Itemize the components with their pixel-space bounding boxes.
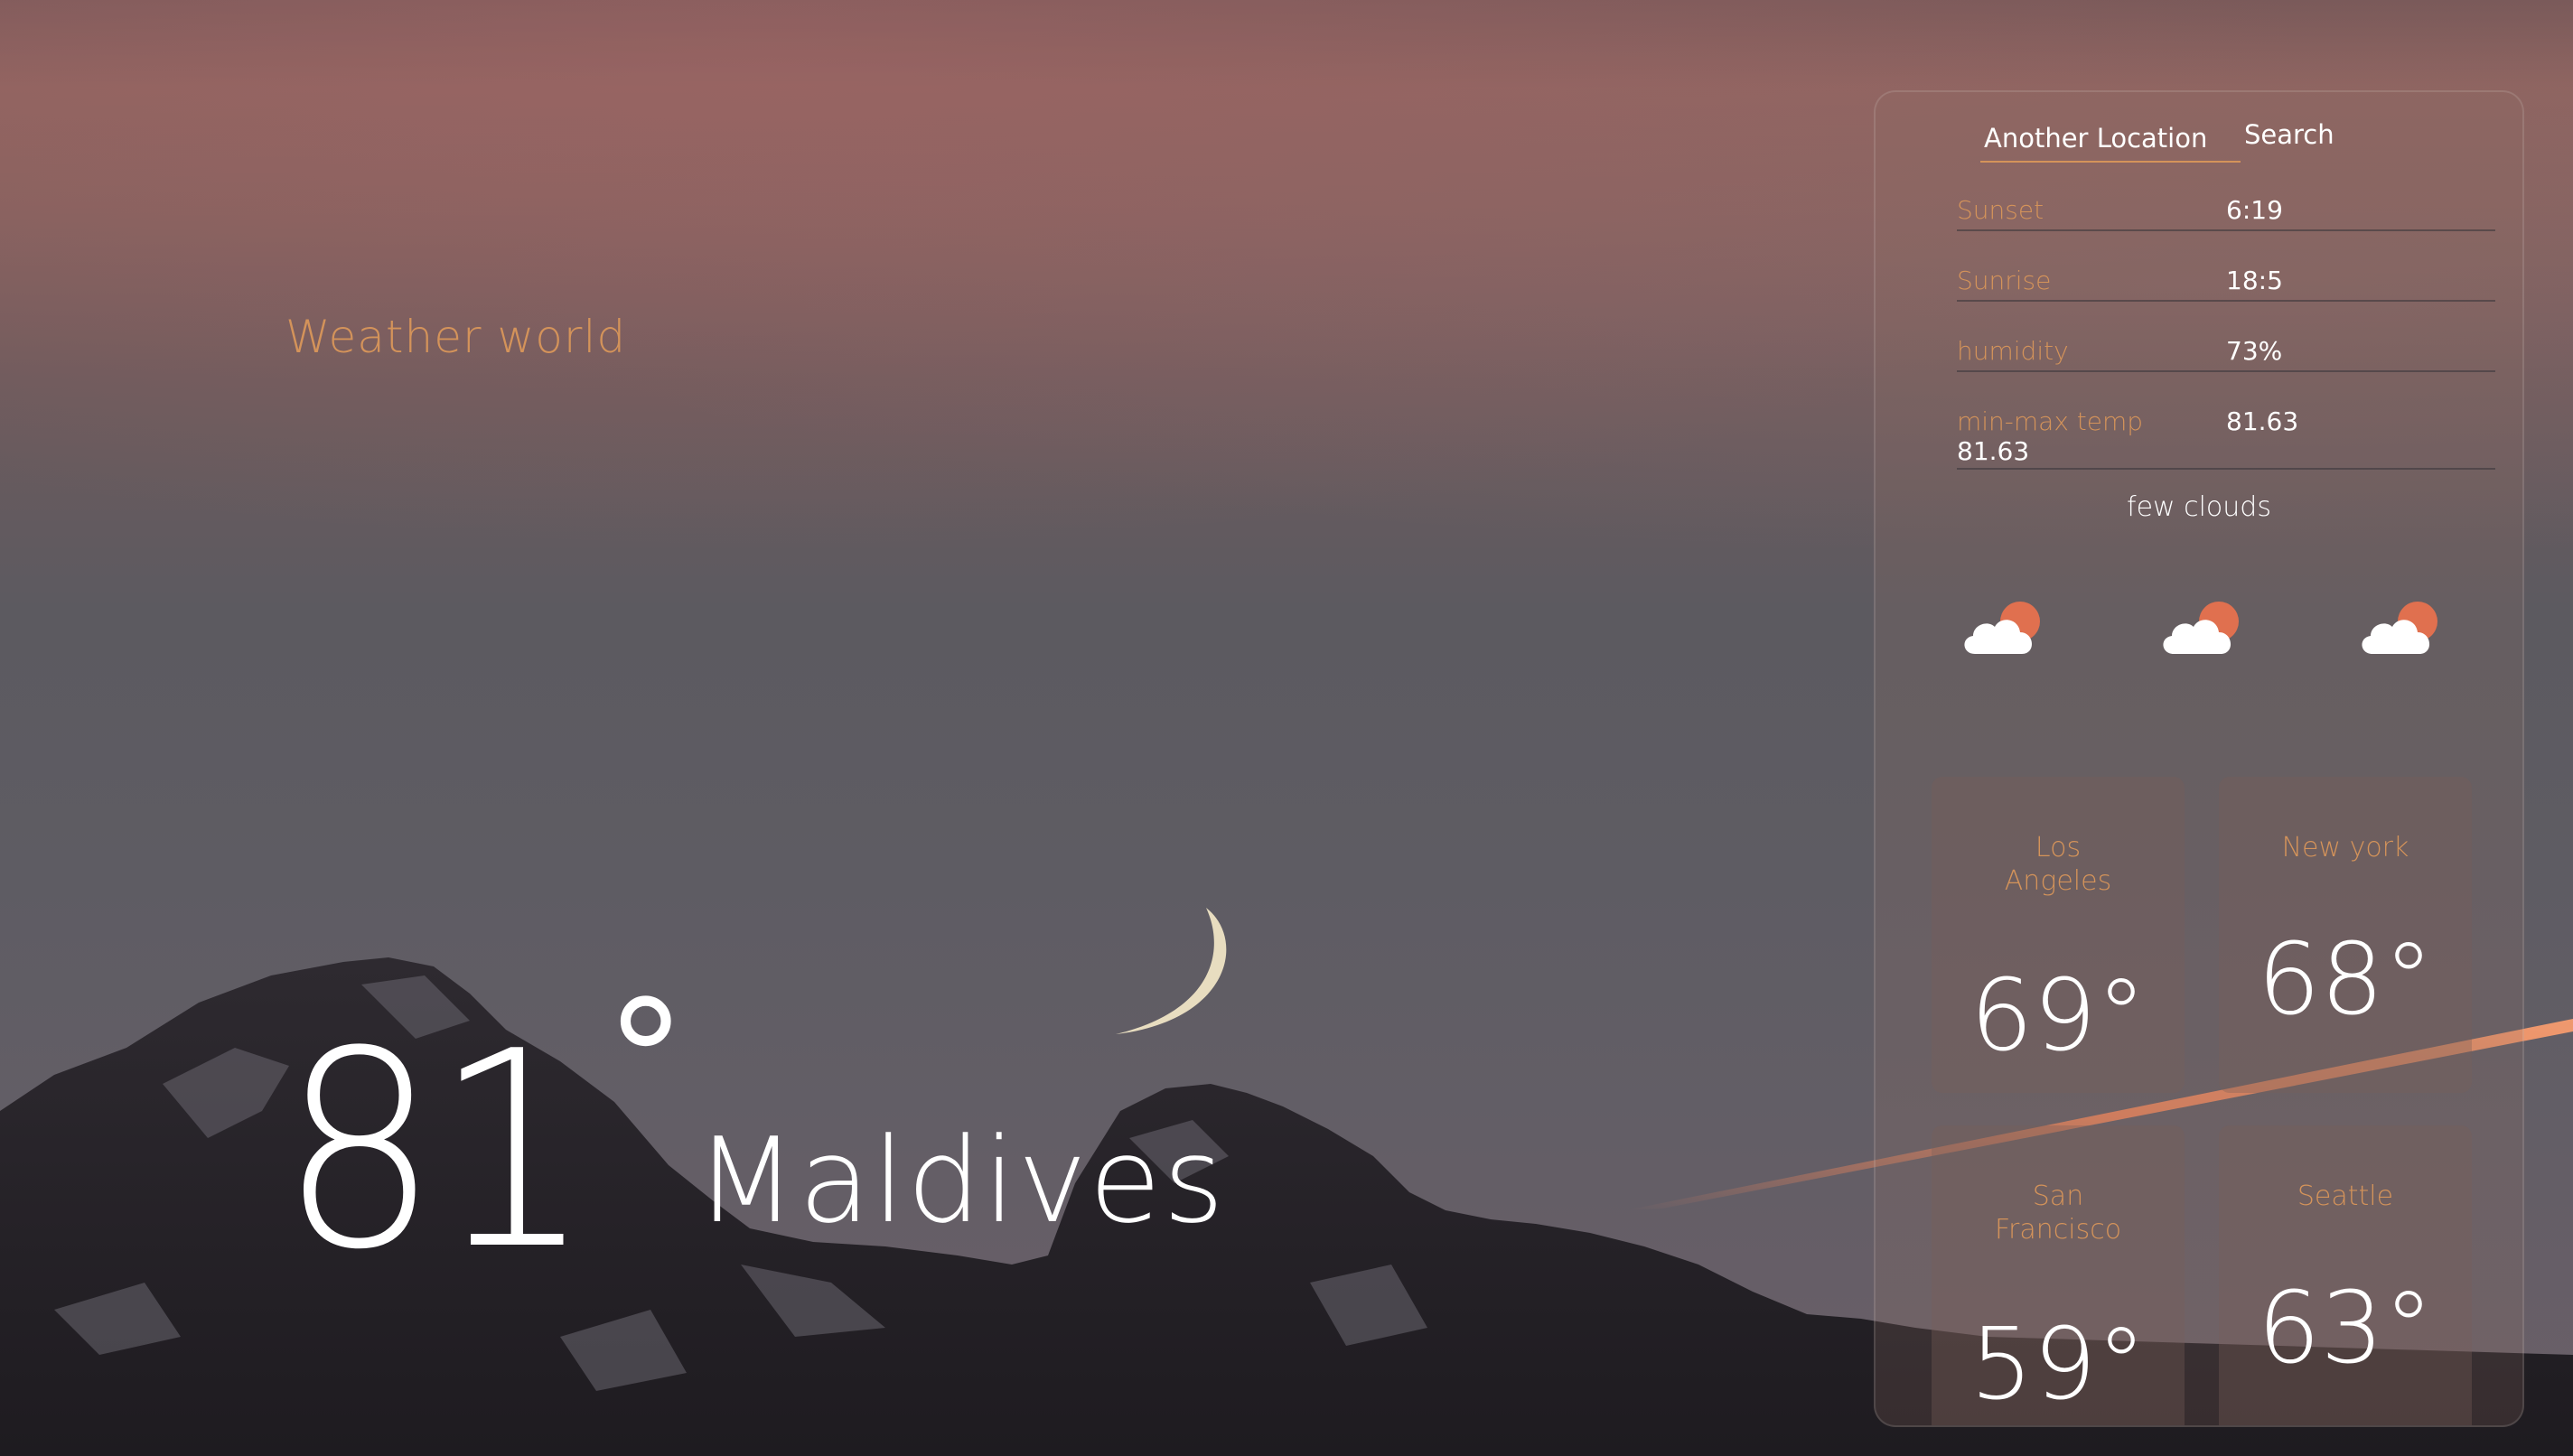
- search-bar: Search: [1980, 110, 2338, 163]
- detail-value: 73%: [2226, 336, 2283, 366]
- detail-row-min-max-temp: min-max temp 81.63 81.63: [1957, 403, 2495, 470]
- partly-cloudy-icon: [2163, 602, 2239, 654]
- weather-condition: few clouds: [2127, 491, 2271, 523]
- weather-side-panel: Search Sunset 6:19 Sunrise 18:5 humidity…: [1874, 90, 2524, 1427]
- current-temperature: 81: [280, 994, 593, 1309]
- city-card-name: Seattle: [2297, 1181, 2394, 1212]
- detail-row-humidity: humidity 73%: [1957, 332, 2495, 372]
- detail-label: humidity: [1957, 336, 2069, 366]
- detail-value: 6:19: [2226, 195, 2283, 225]
- detail-label: Sunset: [1957, 195, 2044, 225]
- search-button[interactable]: Search: [2241, 112, 2338, 163]
- detail-label: min-max temp: [1957, 406, 2144, 436]
- detail-label: Sunrise: [1957, 266, 2052, 295]
- city-card-temp: 59°: [1970, 1306, 2147, 1422]
- partly-cloudy-icon: [1964, 602, 2040, 654]
- city-card-name: Los Angeles: [2004, 832, 2112, 897]
- city-card-seattle[interactable]: Seattle 63°: [2219, 1125, 2472, 1425]
- location-search-input[interactable]: [1980, 110, 2241, 163]
- current-weather: 81 ° Maldives: [280, 980, 1226, 1309]
- city-card-temp: 68°: [2257, 921, 2434, 1037]
- detail-row-sunset: Sunset 6:19: [1957, 191, 2495, 231]
- degree-symbol: °: [604, 966, 687, 1155]
- forecast-icons: [1957, 598, 2445, 661]
- detail-value: 18:5: [2226, 266, 2283, 295]
- city-card-name: New york: [2281, 832, 2409, 863]
- city-card-los-angeles[interactable]: Los Angeles 69°: [1932, 777, 2185, 1093]
- app-brand-title: Weather world: [285, 311, 627, 363]
- city-card-temp: 69°: [1970, 957, 2147, 1073]
- city-card-name: San Francisco: [1994, 1181, 2122, 1246]
- city-card-temp: 63°: [2257, 1270, 2434, 1386]
- detail-value: 81.63: [2226, 406, 2299, 436]
- partly-cloudy-icon: [2362, 602, 2437, 654]
- current-city-name: Maldives: [695, 1112, 1226, 1249]
- detail-row-sunrise: Sunrise 18:5: [1957, 262, 2495, 302]
- city-card-san-francisco[interactable]: San Francisco 59°: [1932, 1125, 2185, 1425]
- weather-details-list: Sunset 6:19 Sunrise 18:5 humidity 73% mi…: [1957, 191, 2495, 500]
- detail-value-secondary: 81.63: [1957, 436, 2030, 466]
- city-card-new-york[interactable]: New york 68°: [2219, 777, 2472, 1093]
